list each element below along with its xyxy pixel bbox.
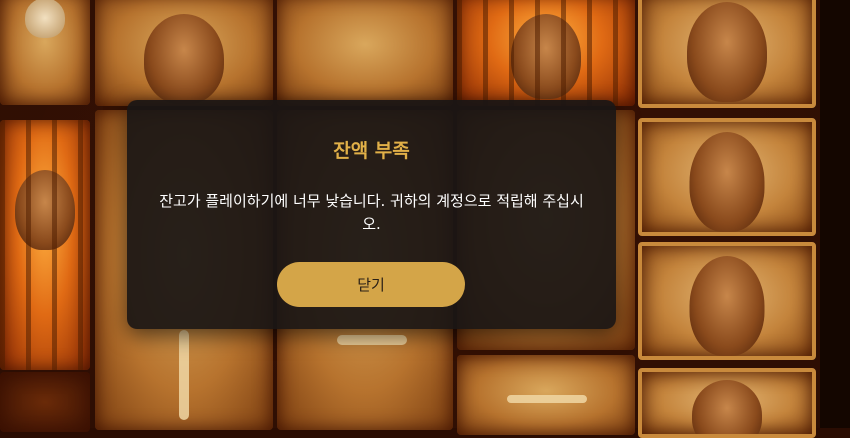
insufficient-balance-dialog: 잔액 부족 잔고가 플레이하기에 너무 낮습니다. 귀하의 계정으로 적립해 주… — [127, 100, 616, 329]
reel-column-1 — [0, 0, 92, 432]
close-button[interactable]: 닫기 — [277, 262, 465, 307]
dialog-message: 잔고가 플레이하기에 너무 낮습니다. 귀하의 계정으로 적립해 주십시오. — [159, 192, 584, 233]
reel-column-5 — [638, 0, 818, 438]
bandaged-head-symbol — [95, 0, 273, 106]
caged-prisoner-symbol — [0, 120, 90, 370]
bone-symbol — [277, 0, 453, 106]
sad-woman-symbol-2 — [638, 242, 816, 360]
lamp-symbol — [0, 372, 90, 432]
ribcage-symbol-lower — [457, 355, 635, 435]
skull-symbol — [0, 0, 90, 105]
bandaged-face-symbol — [638, 0, 816, 108]
reel-frame-edge — [820, 0, 850, 428]
dialog-title: 잔액 부족 — [333, 140, 410, 162]
sad-woman-symbol — [638, 118, 816, 236]
caged-woman-symbol — [457, 0, 635, 106]
